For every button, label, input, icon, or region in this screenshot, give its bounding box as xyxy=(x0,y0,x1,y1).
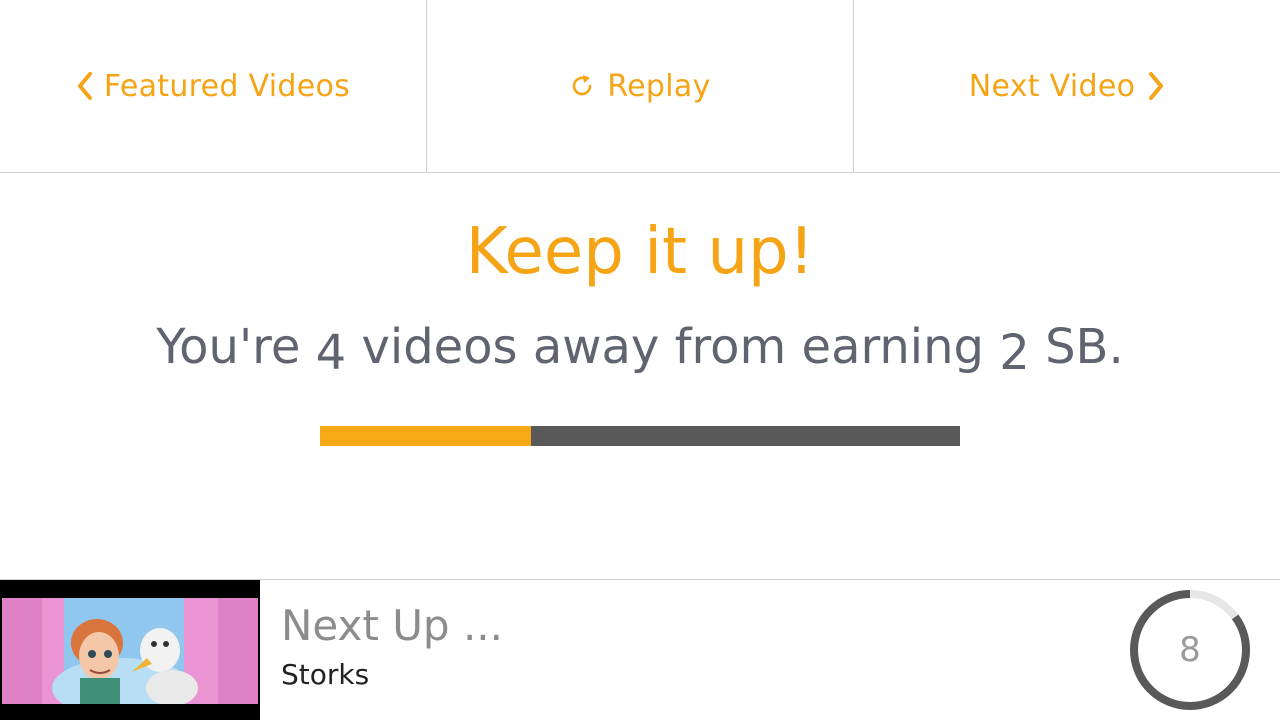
replay-label: Replay xyxy=(607,68,711,104)
countdown-number: 8 xyxy=(1179,630,1201,670)
replay-icon xyxy=(569,73,595,99)
reward-progress-message: You're 4 videos away from earning 2 SB. xyxy=(0,314,1280,381)
top-navigation-bar: Featured Videos Replay Next Video xyxy=(0,0,1280,173)
next-video-label: Next Video xyxy=(968,68,1136,104)
reward-progress-bar xyxy=(320,426,960,446)
encouragement-headline: Keep it up! xyxy=(465,215,815,289)
next-video-thumbnail[interactable] xyxy=(0,580,260,720)
next-video-button[interactable]: Next Video xyxy=(854,0,1280,172)
featured-videos-label: Featured Videos xyxy=(103,68,351,104)
next-video-title: Storks xyxy=(281,658,370,691)
replay-button[interactable]: Replay xyxy=(427,0,854,172)
chevron-right-icon xyxy=(1147,71,1165,101)
chevron-left-icon xyxy=(76,71,94,101)
message-prefix: You're xyxy=(156,319,316,375)
reward-progress-fill xyxy=(320,426,532,446)
next-up-heading: Next Up ... xyxy=(281,601,503,650)
message-suffix: SB. xyxy=(1029,319,1124,375)
thumbnail-image xyxy=(2,598,258,704)
featured-videos-button[interactable]: Featured Videos xyxy=(0,0,427,172)
message-middle: videos away from earning xyxy=(346,319,1000,375)
reward-amount: 2 xyxy=(999,325,1030,381)
videos-remaining-count: 4 xyxy=(315,325,347,381)
autoplay-countdown-timer: 8 xyxy=(1128,588,1252,712)
next-up-bar[interactable]: Next Up ... Storks 8 xyxy=(0,579,1280,720)
